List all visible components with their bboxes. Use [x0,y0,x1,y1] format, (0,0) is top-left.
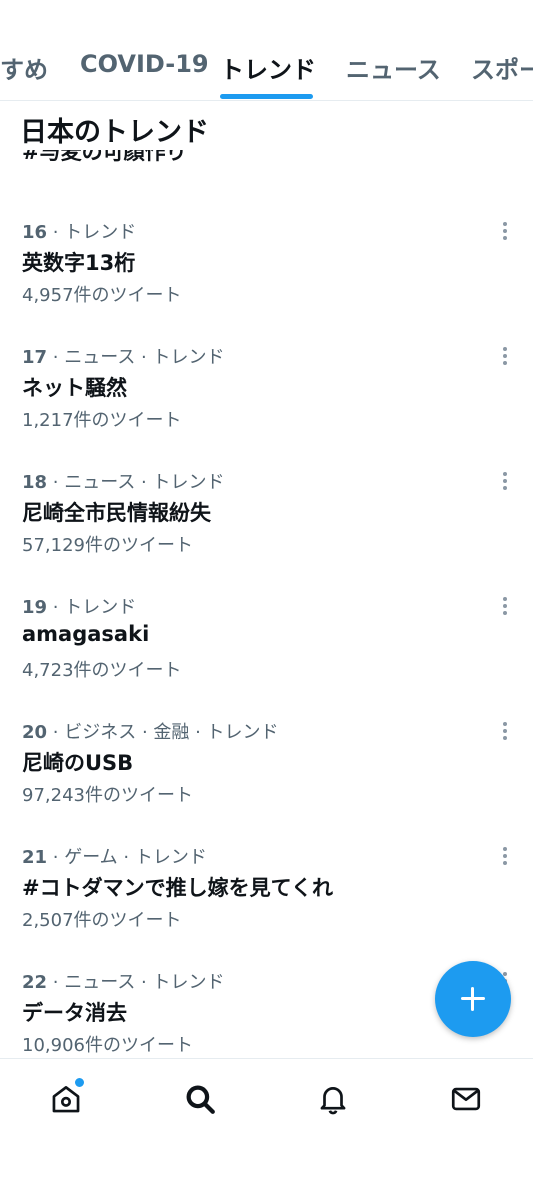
trend-rank: 17 [22,347,48,368]
more-vertical-icon[interactable] [498,597,512,617]
trend-meta: 21 · ゲーム · トレンド [22,843,207,869]
trend-item[interactable]: 20 · ビジネス · 金融 · トレンド 尼崎のUSB 97,243件のツイー… [0,700,533,825]
trend-category: · ゲーム · トレンド [47,847,207,868]
more-vertical-icon[interactable] [498,472,512,492]
trend-rank: 20 [22,722,48,743]
trend-item[interactable]: 21 · ゲーム · トレンド #コトダマンで推し嫁を見てくれ 2,507件のツ… [0,825,533,950]
trend-tweet-count: 4,957件のツイート [22,285,182,306]
trend-meta: 20 · ビジネス · 金融 · トレンド [22,718,279,744]
trend-rank: 22 [22,972,48,993]
trend-name: 尼崎のUSB [22,751,134,775]
trend-rank: 21 [22,847,48,868]
nav-notifications[interactable] [313,1079,353,1119]
trend-name: 英数字13桁 [22,251,136,275]
trend-category: · ニュース · トレンド [47,347,225,368]
trend-item[interactable]: 18 · ニュース · トレンド 尼崎全市民情報紛失 57,129件のツイート [0,450,533,575]
tab-sports[interactable]: スポー [471,50,533,85]
trend-meta: 19 · トレンド [22,593,136,619]
nav-messages[interactable] [446,1079,486,1119]
trend-tweet-count: 2,507件のツイート [22,910,182,931]
trend-meta: 16 · トレンド [22,218,136,244]
bottom-navigation [0,1058,533,1201]
tab-covid19[interactable]: COVID-19 [80,50,209,78]
active-tab-indicator [220,94,313,99]
trend-tweet-count: 97,243件のツイート [22,785,193,806]
nav-home[interactable] [46,1076,86,1119]
trend-name: #与麦の可顔作り [22,150,187,164]
more-vertical-icon[interactable] [498,222,512,242]
tab-trends[interactable]: トレンド [220,50,316,85]
trend-item-partial[interactable]: #与麦の可顔作り [22,150,422,170]
trend-name: ネット騒然 [22,376,127,400]
trend-meta: 17 · ニュース · トレンド [22,343,225,369]
trend-name: #コトダマンで推し嫁を見てくれ [22,876,333,900]
trend-item[interactable]: 19 · トレンド amagasaki 4,723件のツイート [0,575,533,700]
tab-recommended[interactable]: すめ [0,50,48,85]
trend-rank: 16 [22,222,48,243]
trend-rank: 19 [22,597,48,618]
search-icon [186,1085,215,1114]
trend-tweet-count: 1,217件のツイート [22,410,182,431]
trend-meta: 18 · ニュース · トレンド [22,468,225,494]
mail-icon [451,1087,481,1111]
trend-tweet-count: 10,906件のツイート [22,1035,193,1056]
trend-tweet-count: 4,723件のツイート [22,660,182,681]
more-vertical-icon[interactable] [498,847,512,867]
trend-category: · トレンド [47,222,137,243]
trend-meta: 22 · ニュース · トレンド [22,968,225,994]
nav-search[interactable] [180,1079,220,1119]
notification-dot [73,1076,86,1089]
trend-category: · ニュース · トレンド [47,472,225,493]
more-vertical-icon[interactable] [498,722,512,742]
more-vertical-icon[interactable] [498,347,512,367]
trend-category: · トレンド [47,597,137,618]
trend-item[interactable]: 16 · トレンド 英数字13桁 4,957件のツイート [0,200,533,325]
trend-name: 尼崎全市民情報紛失 [22,501,211,525]
trend-category: · ビジネス · 金融 · トレンド [47,722,279,743]
trend-category: · ニュース · トレンド [47,972,225,993]
trend-tweet-count: 57,129件のツイート [22,535,193,556]
compose-tweet-button[interactable] [435,961,511,1037]
explore-tab-bar: すめ COVID-19 トレンド ニュース スポー [0,0,533,101]
section-title: 日本のトレンド [20,117,209,148]
trend-name: amagasaki [22,622,150,646]
trend-rank: 18 [22,472,48,493]
tab-news[interactable]: ニュース [346,50,441,85]
bell-icon [320,1087,346,1115]
trend-item[interactable]: 17 · ニュース · トレンド ネット騒然 1,217件のツイート [0,325,533,450]
trend-name: データ消去 [22,1001,127,1025]
